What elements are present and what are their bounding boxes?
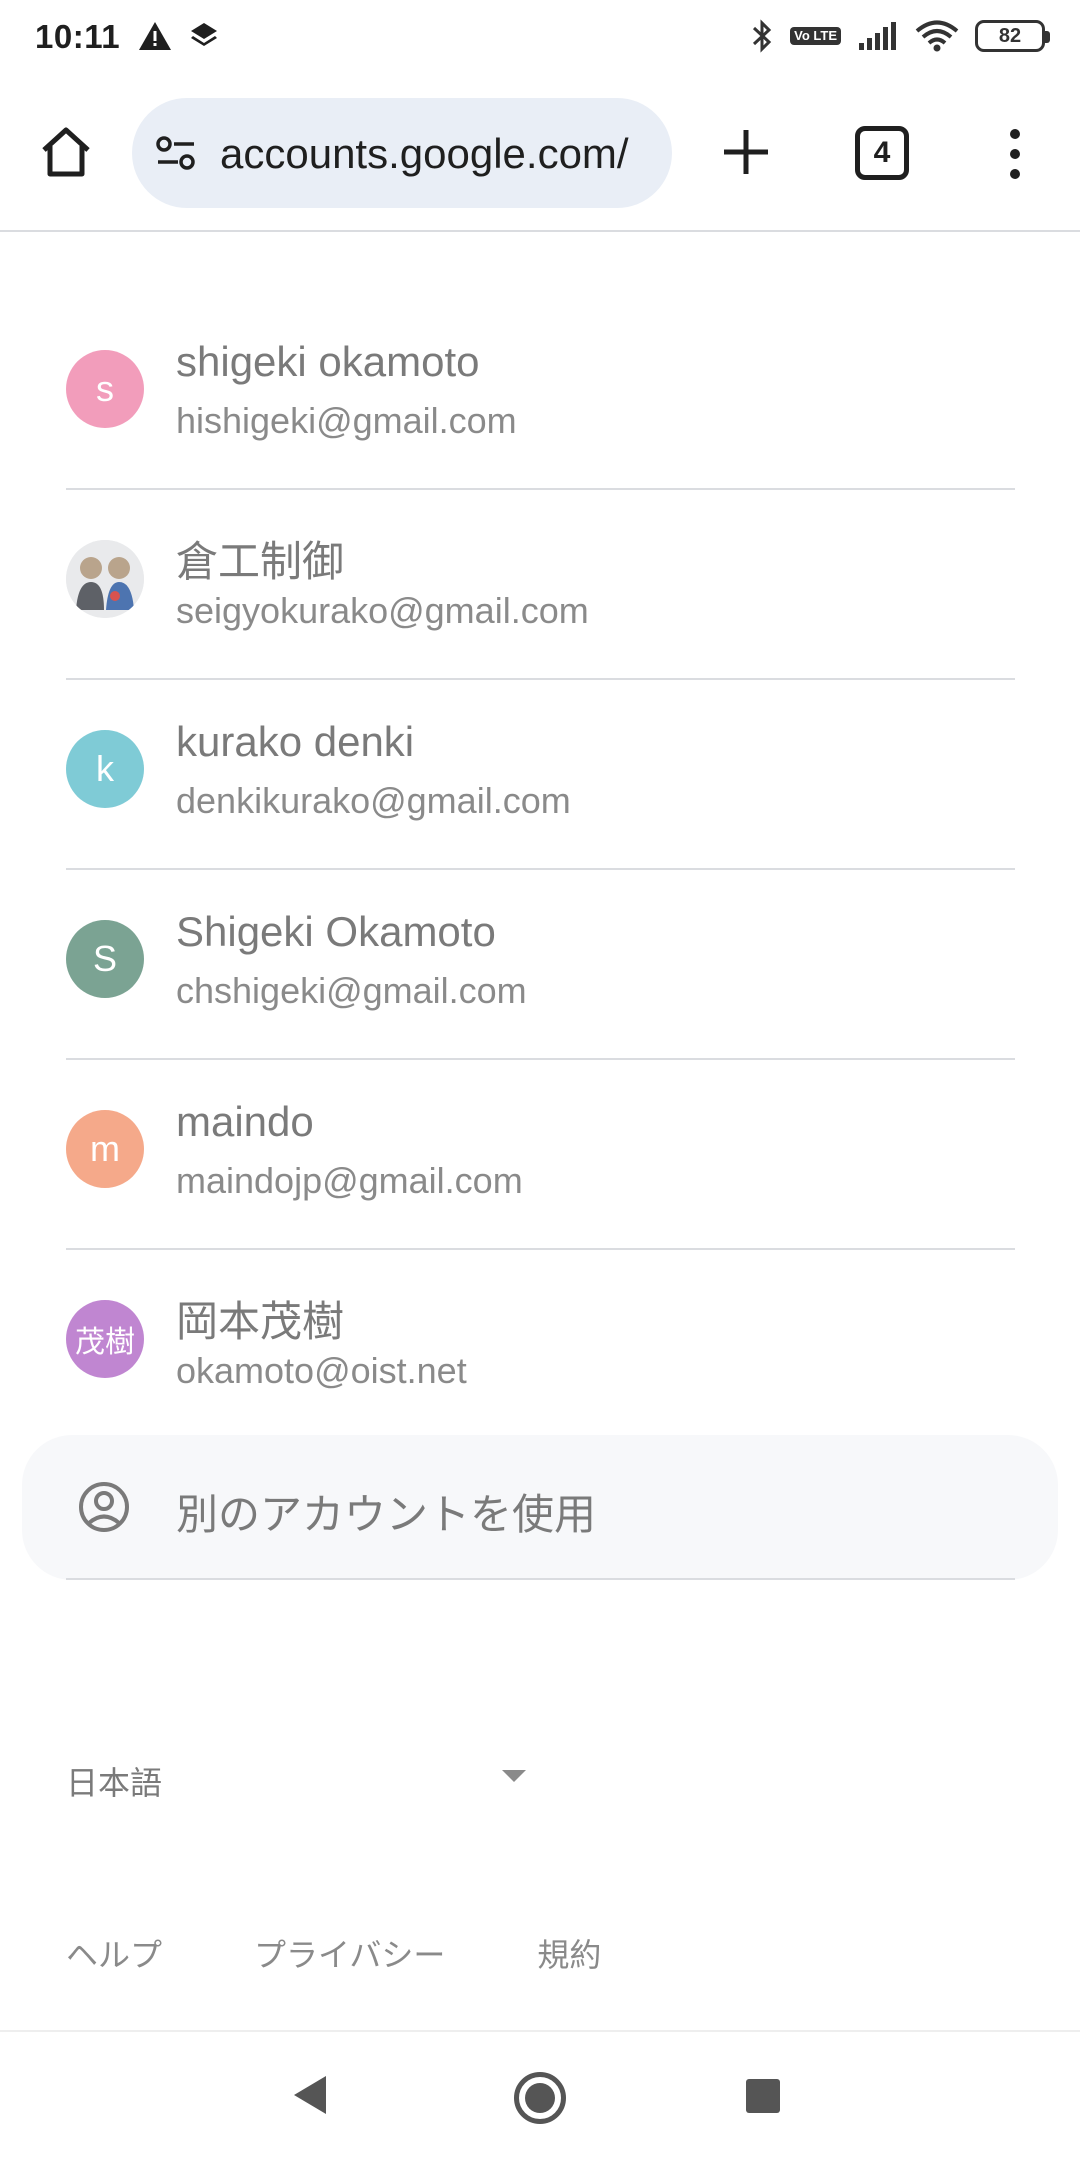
- alert-icon: [139, 22, 171, 50]
- wifi-icon: [915, 20, 959, 52]
- url-text[interactable]: accounts.google.com/: [220, 130, 650, 178]
- avatar: 茂樹: [66, 1300, 144, 1378]
- divider: [66, 1578, 1015, 1580]
- avatar: m: [66, 1110, 144, 1188]
- back-icon[interactable]: [294, 2076, 326, 2114]
- home-nav-icon[interactable]: [514, 2072, 566, 2124]
- volte-icon: Vo LTE: [790, 27, 841, 45]
- status-time: 10:11: [35, 18, 121, 55]
- address-bar[interactable]: accounts.google.com/: [132, 98, 672, 208]
- more-menu-icon[interactable]: [1000, 124, 1030, 184]
- home-icon[interactable]: [38, 124, 94, 180]
- account-email: seigyokurako@gmail.com: [176, 590, 589, 631]
- privacy-link[interactable]: プライバシー: [254, 1930, 445, 1976]
- browser-toolbar: accounts.google.com/ 4: [0, 80, 1080, 232]
- language-selector[interactable]: 日本語: [66, 1754, 526, 1804]
- account-item[interactable]: m maindo maindojp@gmail.com: [66, 1060, 1015, 1250]
- avatar: S: [66, 920, 144, 998]
- language-selected: 日本語: [66, 1765, 163, 1801]
- dropdown-arrow-icon: [502, 1770, 526, 1782]
- account-email: maindojp@gmail.com: [176, 1160, 523, 1201]
- terms-link[interactable]: 規約: [537, 1930, 601, 1976]
- footer-links: ヘルプ プライバシー 規約: [66, 1930, 601, 1976]
- account-item[interactable]: S Shigeki Okamoto chshigeki@gmail.com: [66, 870, 1015, 1060]
- account-email: chshigeki@gmail.com: [176, 970, 527, 1011]
- account-item[interactable]: 倉工制御 seigyokurako@gmail.com: [66, 490, 1015, 680]
- account-circle-icon: [79, 1482, 129, 1532]
- bluetooth-icon: [753, 19, 772, 53]
- battery-icon: 82: [975, 20, 1050, 52]
- new-tab-plus-icon[interactable]: [718, 124, 774, 180]
- tab-switcher-button[interactable]: 4: [855, 126, 909, 180]
- use-another-account-button[interactable]: 別のアカウントを使用: [22, 1435, 1058, 1580]
- account-name: shigeki okamoto: [176, 338, 480, 385]
- account-name: 岡本茂樹: [176, 1298, 345, 1345]
- avatar: k: [66, 730, 144, 808]
- account-item[interactable]: s shigeki okamoto hishigeki@gmail.com: [66, 300, 1015, 490]
- avatar: s: [66, 350, 144, 428]
- account-email: denkikurako@gmail.com: [176, 780, 571, 821]
- system-nav-bar: [0, 2030, 1080, 2160]
- account-list: s shigeki okamoto hishigeki@gmail.com 倉工…: [0, 300, 1080, 1440]
- recents-icon[interactable]: [746, 2079, 780, 2113]
- use-another-account-label: 別のアカウントを使用: [176, 1491, 597, 1538]
- account-item[interactable]: k kurako denki denkikurako@gmail.com: [66, 680, 1015, 870]
- account-item[interactable]: 茂樹 岡本茂樹 okamoto@oist.net: [66, 1250, 1015, 1440]
- layers-icon: [191, 23, 217, 46]
- account-name: 倉工制御: [176, 538, 345, 585]
- site-settings-icon[interactable]: [154, 132, 198, 176]
- signal-icon: [859, 22, 896, 50]
- account-name: Shigeki Okamoto: [176, 908, 496, 955]
- account-email: okamoto@oist.net: [176, 1350, 467, 1391]
- avatar-photo: [66, 540, 144, 618]
- account-name: kurako denki: [176, 718, 415, 765]
- help-link[interactable]: ヘルプ: [66, 1930, 162, 1976]
- profile-photo-icon: [66, 540, 144, 618]
- account-email: hishigeki@gmail.com: [176, 400, 517, 441]
- status-bar: 10:11 Vo LTE 82: [0, 0, 1080, 80]
- account-name: maindo: [176, 1098, 314, 1145]
